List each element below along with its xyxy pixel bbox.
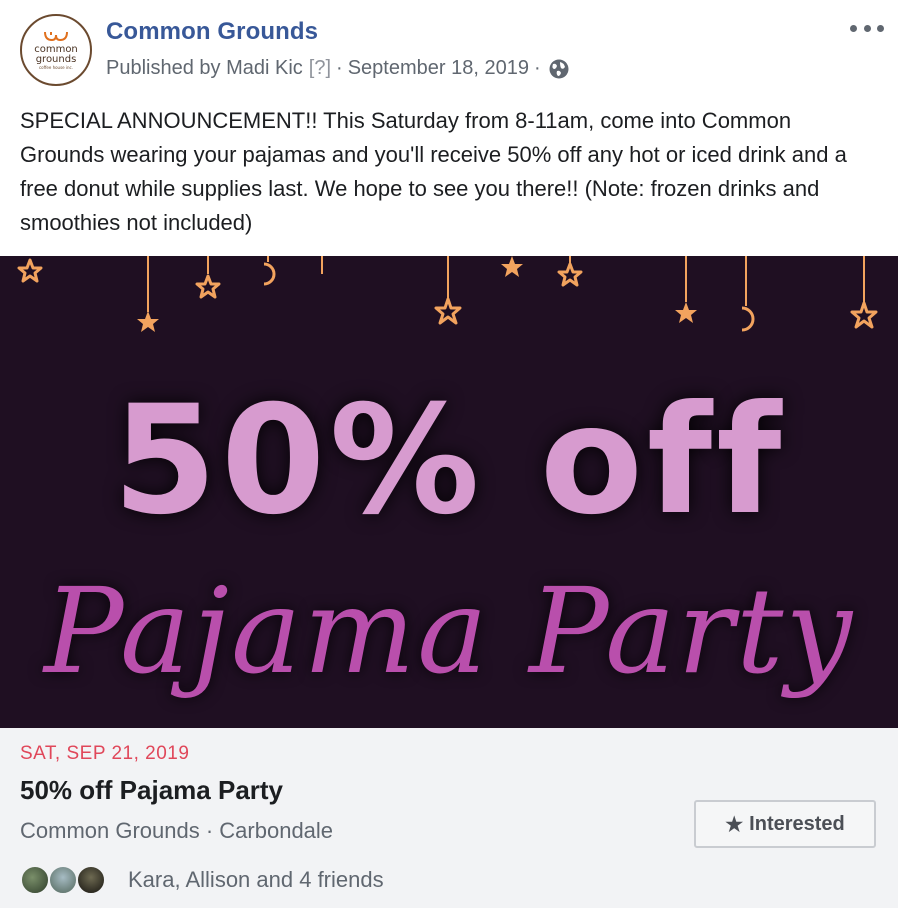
meta-separator: · bbox=[336, 57, 343, 79]
published-by: Published by Madi Kic bbox=[106, 57, 303, 79]
event-card[interactable]: SAT, SEP 21, 2019 50% off Pajama Party C… bbox=[0, 728, 898, 908]
post-body-text: SPECIAL ANNOUNCEMENT!! This Saturday fro… bbox=[20, 108, 847, 235]
post-meta: Published by Madi Kic [?] · September 18… bbox=[106, 57, 570, 80]
event-title-link[interactable]: 50% off Pajama Party bbox=[20, 775, 283, 806]
post-header: common grounds coffee house inc. Common … bbox=[0, 0, 898, 100]
avatar[interactable] bbox=[76, 865, 106, 895]
avatar[interactable] bbox=[48, 865, 78, 895]
meta-separator: · bbox=[533, 57, 541, 79]
friend-avatar-group bbox=[20, 865, 110, 895]
interested-button[interactable]: ★ Interested bbox=[694, 800, 876, 848]
banner-title: 50% off bbox=[112, 374, 786, 548]
star-icon: ★ bbox=[725, 813, 744, 836]
more-options-icon[interactable] bbox=[850, 18, 884, 38]
interested-label: Interested bbox=[749, 812, 845, 835]
logo-text: coffee house inc. bbox=[38, 65, 74, 70]
globe-icon[interactable] bbox=[548, 58, 570, 80]
event-date: SAT, SEP 21, 2019 bbox=[20, 743, 190, 764]
page-name-link[interactable]: Common Grounds bbox=[106, 18, 318, 46]
coffee-logo-icon bbox=[44, 31, 68, 42]
banner-subtitle: Pajama Party bbox=[43, 562, 855, 700]
friends-interested[interactable]: Kara, Allison and 4 friends bbox=[20, 864, 384, 896]
page-avatar[interactable]: common grounds coffee house inc. bbox=[20, 14, 92, 86]
post-date[interactable]: September 18, 2019 bbox=[348, 57, 529, 80]
friends-text: Kara, Allison and 4 friends bbox=[128, 867, 384, 892]
avatar[interactable] bbox=[20, 865, 50, 895]
help-marker[interactable]: [?] bbox=[309, 57, 331, 80]
logo-text: grounds bbox=[35, 54, 77, 65]
event-location: Common Grounds · Carbondale bbox=[20, 818, 334, 843]
